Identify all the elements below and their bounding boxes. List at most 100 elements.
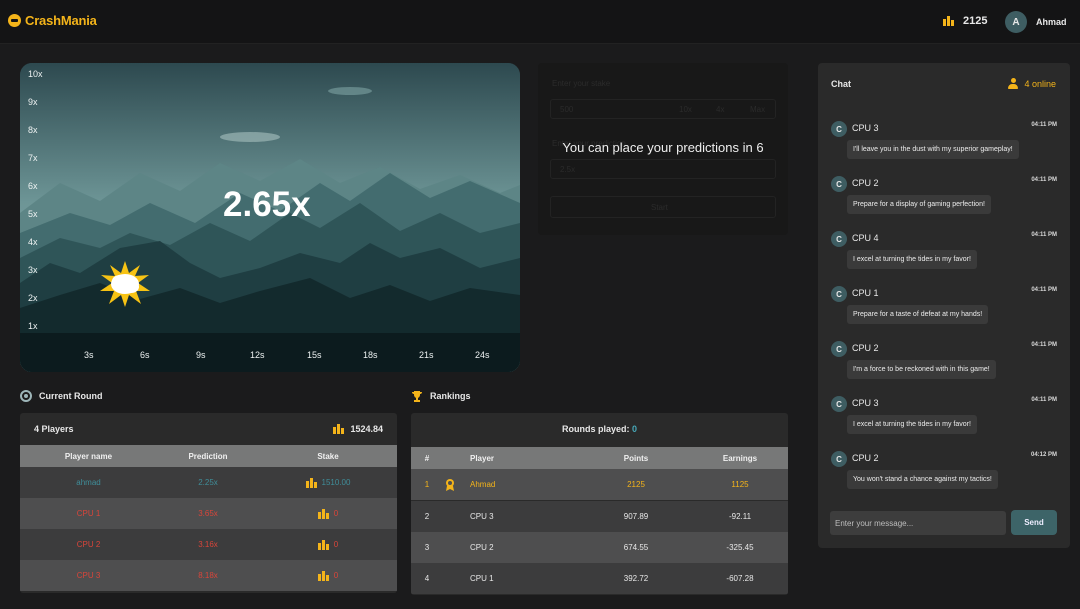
prediction-value: 2.5x — [560, 165, 576, 174]
player-stake: 0 — [259, 560, 397, 591]
chat-panel: Chat 4 online C CPU 3 04:11 PM I'll leav… — [818, 63, 1070, 548]
prediction-input[interactable] — [550, 159, 776, 179]
avatar: C — [831, 286, 847, 302]
player-stake: 0 — [259, 529, 397, 560]
rank-earnings: -607.28 — [726, 574, 754, 583]
player-name: CPU 2 — [76, 540, 101, 549]
avatar: C — [831, 396, 847, 412]
stake-value: 0 — [333, 571, 339, 580]
quick-max-button[interactable]: Max — [750, 105, 765, 114]
rounds-played-value: 0 — [632, 424, 638, 434]
message-sender: CPU 2 — [852, 343, 879, 353]
column-header: # — [424, 453, 430, 463]
stake-value: 500 — [560, 105, 574, 114]
chat-message-input[interactable] — [830, 511, 1006, 535]
message-sender: CPU 2 — [852, 178, 879, 188]
message-text: I excel at turning the tides in my favor… — [847, 415, 977, 434]
rank-number: 2 — [424, 512, 430, 521]
coins-icon — [305, 477, 317, 488]
y-tick-label: 5x — [28, 209, 38, 219]
message-text: Prepare for a taste of defeat at my hand… — [847, 305, 989, 324]
rank-earnings: -92.11 — [728, 512, 752, 521]
message-time: 04:11 PM — [1031, 397, 1057, 403]
round-row: ahmad 2.25x 1510.00 — [20, 467, 397, 498]
round-table-header: Player name Prediction Stake — [20, 445, 397, 467]
round-summary: 4 Players 1524.84 — [20, 413, 397, 445]
x-tick-label: 3s — [84, 350, 94, 360]
message-time: 04:12 PM — [1030, 452, 1057, 458]
rank-earnings: 1125 — [731, 480, 749, 489]
coins-icon — [333, 424, 345, 434]
y-tick-label: 6x — [28, 181, 38, 191]
coins-icon — [943, 16, 954, 26]
players-count: 4 Players — [34, 424, 74, 434]
medal-icon — [446, 479, 454, 491]
y-tick-label: 9x — [28, 97, 38, 107]
user-icon — [1008, 78, 1019, 89]
stake-value: 1510.00 — [321, 478, 351, 487]
rank-player: CPU 2 — [470, 543, 494, 552]
chat-message: C CPU 1 04:11 PM Prepare for a taste of … — [831, 286, 1059, 336]
explosion-icon — [100, 261, 150, 307]
coins-icon — [317, 508, 329, 519]
ranking-row: 1 Ahmad 2125 1125 — [411, 469, 788, 500]
chat-message: C CPU 4 04:11 PM I excel at turning the … — [831, 231, 1059, 281]
message-time: 04:11 PM — [1031, 342, 1057, 348]
avatar: C — [831, 231, 847, 247]
ranking-row: 4 CPU 1 392.72 -607.28 — [411, 563, 788, 594]
rank-player: CPU 1 — [470, 574, 494, 583]
round-total-value: 1524.84 — [350, 424, 383, 434]
x-tick-label: 9s — [196, 350, 206, 360]
quick-10x-button[interactable]: 10x — [679, 105, 692, 114]
brand-icon — [8, 14, 21, 27]
y-tick-label: 4x — [28, 237, 38, 247]
message-time: 04:11 PM — [1031, 287, 1057, 293]
rankings-panel: Rounds played: 0 # Player Points Earning… — [411, 413, 788, 595]
message-text: I'll leave you in the dust with my super… — [847, 140, 1019, 159]
rank-number: 4 — [424, 574, 430, 583]
round-row: CPU 2 3.16x 0 — [20, 529, 397, 560]
ranking-row: 2 CPU 3 907.89 -92.11 — [411, 501, 788, 532]
user-avatar[interactable]: A — [1005, 11, 1027, 33]
message-sender: CPU 3 — [852, 398, 879, 408]
avatar: C — [831, 176, 847, 192]
quick-4x-button[interactable]: 4x — [716, 105, 724, 114]
ranking-row: 3 CPU 2 674.55 -325.45 — [411, 532, 788, 563]
column-header: Player name — [64, 451, 113, 461]
user-name[interactable]: Ahmad — [1036, 17, 1067, 27]
online-count-value: 4 online — [1024, 78, 1056, 89]
x-tick-label: 15s — [307, 350, 322, 360]
current-round-title: Current Round — [39, 391, 103, 401]
message-time: 04:11 PM — [1031, 232, 1057, 238]
message-text: Prepare for a display of gaming perfecti… — [847, 195, 991, 214]
stake-value: 0 — [333, 540, 339, 549]
stake-input[interactable] — [550, 99, 776, 119]
current-round-heading: Current Round — [20, 390, 103, 402]
coins-icon — [317, 570, 329, 581]
brand-logo[interactable]: CrashMania — [8, 13, 97, 28]
column-header: Prediction — [188, 451, 228, 461]
player-name: CPU 3 — [76, 571, 101, 580]
rank-points: 392.72 — [623, 574, 649, 583]
send-button[interactable]: Send — [1011, 510, 1057, 535]
avatar: C — [831, 121, 847, 137]
rankings-table-header: # Player Points Earnings — [411, 447, 788, 469]
player-prediction: 8.18x — [198, 571, 218, 580]
rank-number: 3 — [424, 543, 430, 552]
column-header: Points — [623, 453, 649, 463]
y-tick-label: 10x — [28, 69, 43, 79]
round-total: 1524.84 — [333, 424, 383, 434]
x-tick-label: 18s — [363, 350, 378, 360]
chat-message: C CPU 2 04:12 PM You won't stand a chanc… — [831, 451, 1059, 501]
top-bar: CrashMania 2125 A Ahmad — [0, 0, 1080, 44]
round-row: CPU 3 8.18x 0 — [20, 560, 397, 591]
message-text: I'm a force to be reckoned with in this … — [847, 360, 996, 379]
online-count: 4 online — [1008, 78, 1056, 89]
rank-player: CPU 3 — [470, 512, 494, 521]
x-tick-label: 6s — [140, 350, 150, 360]
chat-message: C CPU 2 04:11 PM I'm a force to be recko… — [831, 341, 1059, 391]
target-icon — [20, 390, 32, 402]
message-text: You won't stand a chance against my tact… — [847, 470, 998, 489]
y-tick-label: 3x — [28, 265, 38, 275]
message-time: 04:11 PM — [1031, 177, 1057, 183]
